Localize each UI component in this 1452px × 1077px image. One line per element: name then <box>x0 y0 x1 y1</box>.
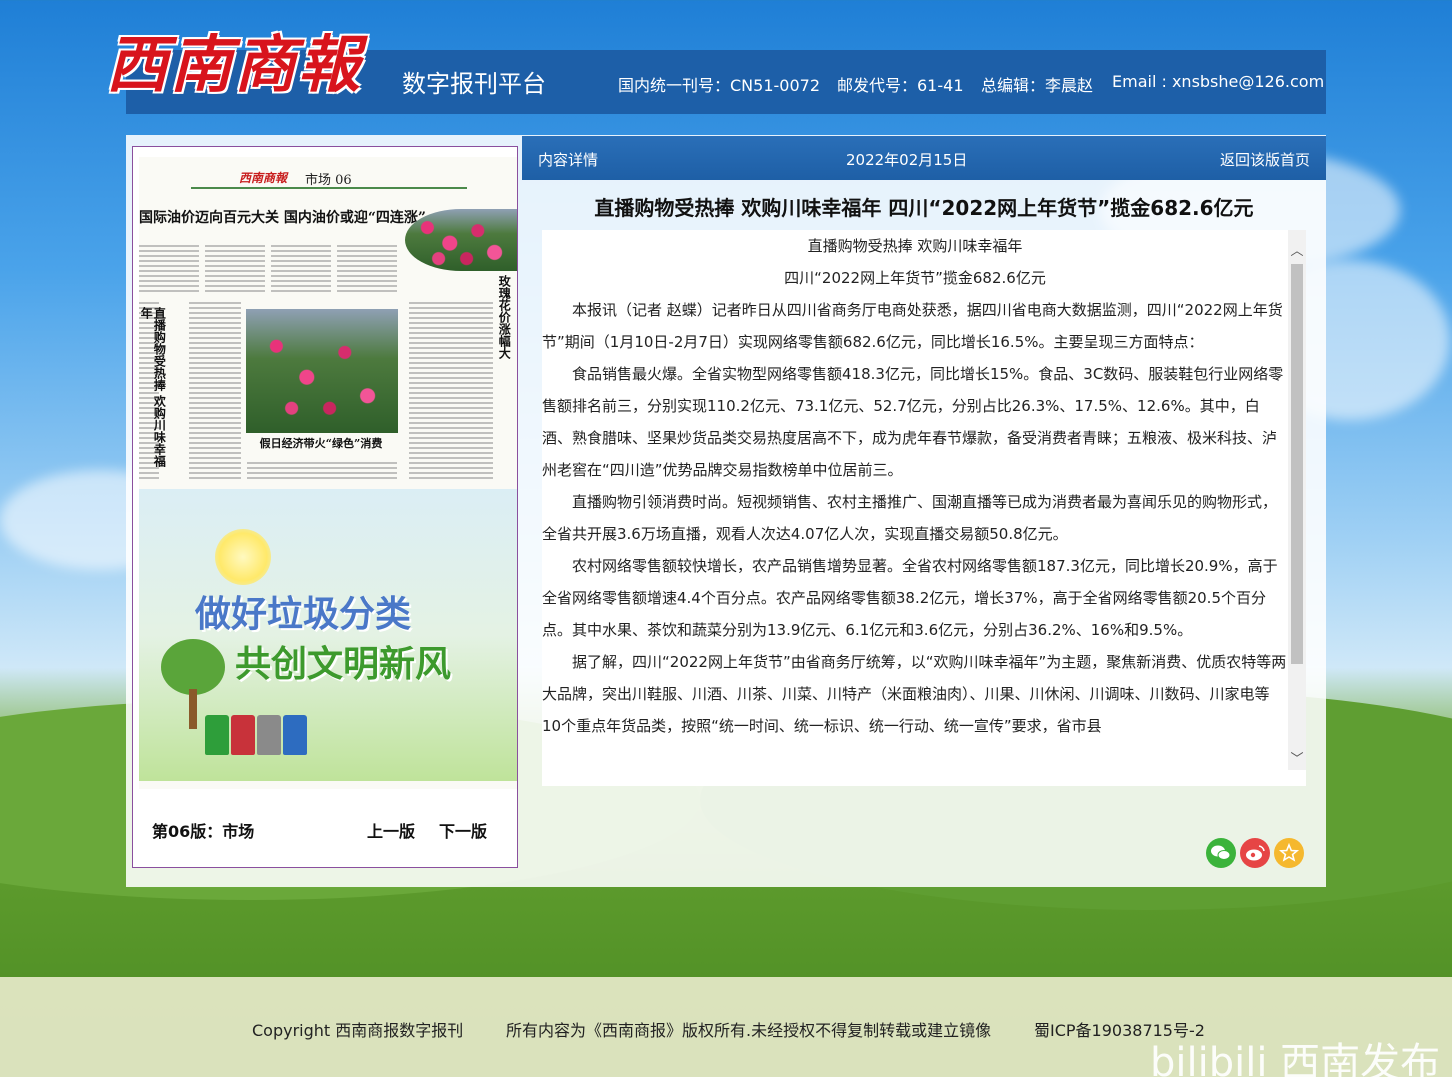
other-bin-icon <box>257 715 281 755</box>
next-edition-link[interactable]: 下一版 <box>439 818 487 842</box>
vertical-headline-1[interactable]: 直播购物受热捧 欢购川味幸福年 <box>139 307 166 477</box>
paper-section: 市场 06 <box>305 173 352 188</box>
wechat-icon[interactable] <box>1206 838 1236 868</box>
email-info: Email : xnsbshe@126.com <box>1112 72 1325 91</box>
promo-line-1: 做好垃圾分类 <box>195 594 412 635</box>
star-icon[interactable] <box>1274 838 1304 868</box>
article-paragraph: 食品销售最火爆。全省实物型网络零售额418.3亿元，同比增长15%。食品、3C数… <box>542 365 1284 479</box>
sun-illustration <box>215 529 271 585</box>
promo-line-2: 共创文明新风 <box>235 644 452 685</box>
weibo-icon[interactable] <box>1240 838 1270 868</box>
issn-info: 国内统一刊号：CN51-0072 <box>618 76 820 95</box>
recycle-bin-icon <box>205 715 229 755</box>
text-column <box>271 245 331 295</box>
detail-label: 内容详情 <box>538 151 599 169</box>
photo-caption[interactable]: 假日经济带火“绿色”消费 <box>246 433 396 455</box>
article-title: 直播购物受热捧 欢购川味幸福年 四川“2022网上年货节”揽金682.6亿元 <box>594 196 1254 220</box>
text-column <box>139 245 199 295</box>
footer-rights: 所有内容为《西南商报》版权所有.未经授权不得复制转载或建立镜像 <box>506 1021 992 1040</box>
tree-trunk <box>189 689 197 729</box>
flower-photo-main <box>246 309 398 433</box>
scroll-up-icon[interactable]: ︿ <box>1288 240 1306 259</box>
paper-masthead: 西南商報 市场 06 <box>191 169 467 189</box>
text-column <box>189 302 241 482</box>
platform-name: 数字报刊平台 <box>402 70 546 98</box>
article-paragraph: 据了解，四川“2022网上年货节”由省商务厅统筹，以“欢购川味幸福年”为主题，聚… <box>542 653 1287 735</box>
article-subtitle-1: 直播购物受热捧 欢购川味幸福年 <box>807 237 1023 255</box>
scroll-down-icon[interactable]: ﹀ <box>1288 748 1306 767</box>
text-column <box>409 302 493 482</box>
article-paragraph: 直播购物引领消费时尚。短视频销售、农村主播推广、国潮直播等已成为消费者最为喜闻乐… <box>542 493 1278 543</box>
back-to-edition-link[interactable]: 返回该版首页 <box>1220 149 1310 170</box>
vertical-headline-2[interactable]: 玫瑰花价涨幅大 <box>497 275 511 395</box>
article-content: 直播购物受热捧 欢购川味幸福年 四川“2022网上年货节”揽金682.6亿元 本… <box>542 230 1288 742</box>
recyclable-bin-icon <box>283 715 307 755</box>
promo-banner: 做好垃圾分类 共创文明新风 <box>139 489 517 781</box>
article-body[interactable]: 直播购物受热捧 欢购川味幸福年 四川“2022网上年货节”揽金682.6亿元 本… <box>542 230 1306 786</box>
text-column <box>337 245 397 295</box>
text-column <box>205 245 265 295</box>
detail-date: 2022年02月15日 <box>846 151 968 169</box>
editor-info: 总编辑：李晨赵 <box>981 76 1094 95</box>
article-paragraph: 本报讯（记者 赵蝶）记者昨日从四川省商务厅电商处获悉，据四川省电商大数据监测，四… <box>542 301 1283 351</box>
newspaper-page-thumbnail[interactable]: 西南商報 市场 06 国际油价迈向百元大关 国内油价或迎“四连涨” 直播购物受热… <box>139 157 517 789</box>
postal-info: 邮发代号：61-41 <box>837 76 964 95</box>
detail-bar: 内容详情 2022年02月15日 返回该版首页 <box>522 136 1326 180</box>
paper-logo: 西南商報 <box>239 171 288 185</box>
text-column <box>247 462 397 482</box>
hazard-bin-icon <box>231 715 255 755</box>
flower-photo-top <box>405 209 517 271</box>
bilibili-watermark: bilibili 西南发布 <box>1150 1040 1441 1077</box>
prev-edition-link[interactable]: 上一版 <box>367 818 415 842</box>
scroll-thumb[interactable] <box>1291 264 1303 664</box>
article-paragraph: 农村网络零售额较快增长，农产品销售增势显著。全省农村网络零售额187.3亿元，同… <box>542 557 1278 639</box>
site-logo[interactable]: 西南商報 <box>106 14 386 104</box>
paper-headline[interactable]: 国际油价迈向百元大关 国内油价或迎“四连涨” <box>139 207 426 227</box>
article-scrollbar[interactable]: ︿ ﹀ <box>1288 230 1306 770</box>
edition-label: 第06版：市场 <box>152 822 255 841</box>
logo-text: 西南商報 <box>106 28 363 101</box>
article-subtitle-2: 四川“2022网上年货节”揽金682.6亿元 <box>784 269 1046 287</box>
tree-illustration <box>161 639 225 695</box>
footer-copyright: Copyright 西南商报数字报刊 <box>252 1021 464 1040</box>
